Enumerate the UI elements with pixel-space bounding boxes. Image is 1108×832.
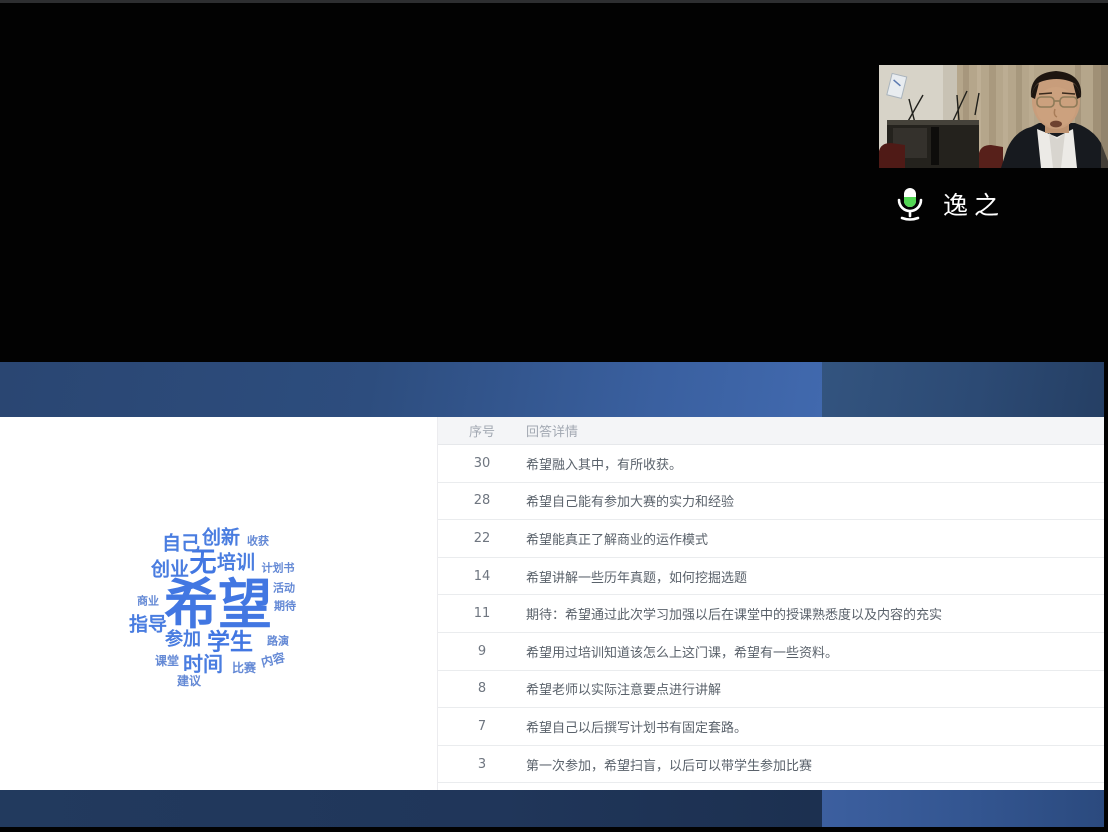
- row-answer-text: 希望能真正了解商业的运作模式: [526, 529, 1104, 548]
- row-answer-text: 希望讲解一些历年真题，如何挖掘选题: [526, 567, 1104, 586]
- word-cloud-word: 内容: [260, 651, 286, 668]
- word-cloud-word: 收获: [247, 536, 269, 547]
- row-number: 9: [438, 644, 526, 659]
- row-number: 11: [438, 606, 526, 621]
- slide-bottom-bar-right: [822, 790, 1104, 827]
- word-cloud-word: 参加: [165, 631, 201, 649]
- slide-bottom-bar: [0, 790, 822, 827]
- row-answer-text: 希望融入其中，有所收获。: [526, 454, 1104, 473]
- word-cloud-word: 指导: [129, 616, 167, 635]
- webcam-video[interactable]: [879, 65, 1108, 168]
- row-answer-text: 希望自己能有参加大赛的实力和经验: [526, 491, 1104, 510]
- slide-top-bar: [0, 362, 822, 417]
- table-row: 14 希望讲解一些历年真题，如何挖掘选题: [438, 558, 1104, 596]
- active-speaker-row: 逸之: [893, 183, 1108, 225]
- answers-table: 序号 回答详情 30 希望融入其中，有所收获。 28 希望自己能有参加大赛的实力…: [437, 417, 1104, 790]
- word-cloud-word: 计划书: [262, 563, 295, 574]
- table-row: 11 期待：希望通过此次学习加强以后在课堂中的授课熟悉度以及内容的充实: [438, 595, 1104, 633]
- word-cloud-word: 创业: [151, 561, 189, 580]
- microphone-icon[interactable]: [893, 184, 927, 224]
- row-answer-text: 期待：希望通过此次学习加强以后在课堂中的授课熟悉度以及内容的充实: [526, 604, 1104, 623]
- row-answer-text: 希望用过培训知道该怎么上这门课，希望有一些资料。: [526, 642, 1104, 661]
- word-cloud-word: 培训: [217, 554, 255, 573]
- participant-name: 逸之: [943, 186, 1005, 222]
- table-row: 3 第一次参加，希望扫盲，以后可以带学生参加比赛: [438, 746, 1104, 784]
- word-cloud-word: 希望: [164, 578, 272, 632]
- table-row: 8 希望老师以实际注意要点进行讲解: [438, 671, 1104, 709]
- table-row: 28 希望自己能有参加大赛的实力和经验: [438, 483, 1104, 521]
- word-cloud-word: 路演: [267, 636, 289, 647]
- row-number: 8: [438, 681, 526, 696]
- word-cloud-word: 活动: [273, 583, 295, 594]
- table-row: 30 希望融入其中，有所收获。: [438, 445, 1104, 483]
- word-cloud-word: 课堂: [155, 655, 179, 667]
- row-number: 14: [438, 569, 526, 584]
- window-top-border: [0, 0, 1108, 3]
- table-header: 序号 回答详情: [438, 417, 1104, 445]
- word-cloud-word: 期待: [274, 601, 296, 612]
- word-cloud: 希望无学生时间自己创新创业培训指导参加收获计划书活动商业期待路演课堂比赛内容建议: [0, 417, 437, 790]
- word-cloud-word: 建议: [177, 675, 201, 687]
- webcam-scene: [879, 65, 1108, 168]
- word-cloud-word: 商业: [137, 596, 159, 607]
- row-answer-text: 第一次参加，希望扫盲，以后可以带学生参加比赛: [526, 755, 1104, 774]
- row-number: 7: [438, 719, 526, 734]
- screen-share-slide: 希望无学生时间自己创新创业培训指导参加收获计划书活动商业期待路演课堂比赛内容建议…: [0, 362, 1104, 827]
- table-row: 22 希望能真正了解商业的运作模式: [438, 520, 1104, 558]
- word-cloud-word: 比赛: [232, 662, 256, 674]
- slide-content: 希望无学生时间自己创新创业培训指导参加收获计划书活动商业期待路演课堂比赛内容建议…: [0, 417, 1104, 790]
- column-header-text: 回答详情: [526, 421, 1104, 440]
- row-number: 22: [438, 531, 526, 546]
- row-number: 28: [438, 493, 526, 508]
- row-answer-text: 希望自己以后撰写计划书有固定套路。: [526, 717, 1104, 736]
- column-header-id: 序号: [438, 421, 526, 440]
- row-number: 3: [438, 757, 526, 772]
- word-cloud-word: 时间: [183, 654, 223, 674]
- word-cloud-word: 自己: [162, 535, 200, 554]
- row-answer-text: 希望老师以实际注意要点进行讲解: [526, 679, 1104, 698]
- table-row: 9 希望用过培训知道该怎么上这门课，希望有一些资料。: [438, 633, 1104, 671]
- slide-top-bar-right: [822, 362, 1104, 417]
- row-number: 30: [438, 456, 526, 471]
- table-row: 7 希望自己以后撰写计划书有固定套路。: [438, 708, 1104, 746]
- word-cloud-word: 创新: [202, 529, 240, 548]
- meeting-screen: 逸之 希望无学生时间自己创新创业培训指导参加收获计划书活动商业期待路演课堂比赛内…: [0, 0, 1108, 832]
